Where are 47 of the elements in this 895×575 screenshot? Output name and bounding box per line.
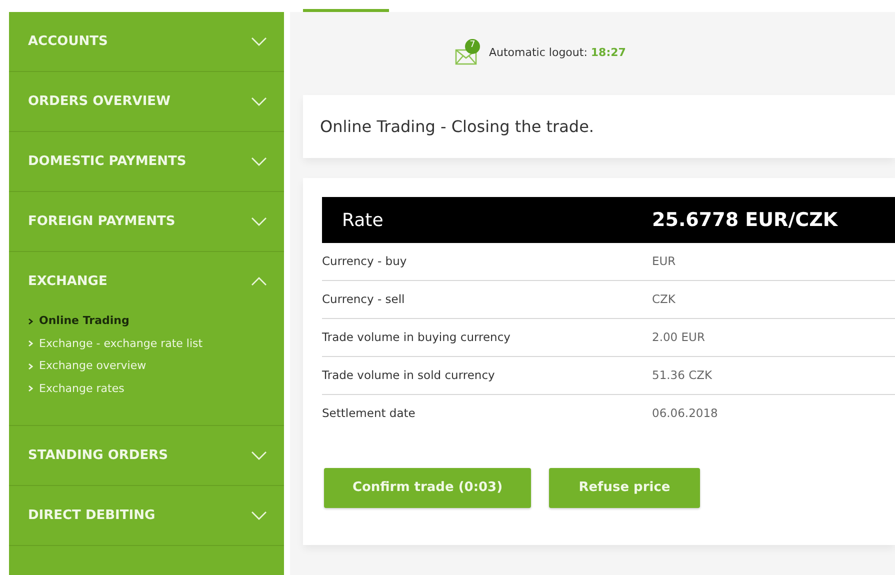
- menu-section-header[interactable]: STANDING ORDERS: [9, 426, 284, 485]
- chevron-down-icon: [251, 451, 267, 460]
- menu-section-header[interactable]: ORDERS OVERVIEW: [9, 72, 284, 131]
- menu-section-header[interactable]: DOMESTIC PAYMENTS: [9, 132, 284, 191]
- menu-section-header[interactable]: FOREIGN PAYMENTS: [9, 192, 284, 251]
- menu-section-header[interactable]: DIRECT DEBITING: [9, 486, 284, 545]
- detail-value: CZK: [652, 290, 676, 308]
- menu-section-label: EXCHANGE: [28, 272, 108, 291]
- detail-label: Trade volume in sold currency: [322, 366, 496, 384]
- menu-section-label: ACCOUNTS: [28, 32, 108, 51]
- chevron-down-icon: [251, 217, 267, 226]
- menu-section-label: DIRECT DEBITING: [28, 506, 156, 525]
- menu-section-header[interactable]: EXCHANGE: [9, 252, 284, 311]
- chevron-down-icon: [251, 37, 267, 46]
- message-count-badge: 7: [465, 38, 480, 54]
- page-title: Online Trading - Closing the trade.: [320, 116, 594, 138]
- menu-section-label: STANDING ORDERS: [28, 446, 168, 465]
- chevron-down-icon: [251, 511, 267, 520]
- detail-label: Trade volume in buying currency: [322, 328, 512, 346]
- detail-label: Currency - sell: [322, 290, 406, 308]
- submenu-link[interactable]: Online Trading: [28, 313, 284, 330]
- detail-value: 2.00 EUR: [652, 328, 705, 346]
- automatic-logout-text: Automatic logout: 18:27: [489, 45, 626, 62]
- submenu-link[interactable]: Exchange overview: [28, 358, 284, 374]
- detail-value: 06.06.2018: [652, 405, 718, 422]
- chevron-right-icon: [28, 362, 33, 370]
- chevron-up-icon: [251, 277, 267, 286]
- chevron-down-icon: [251, 157, 267, 166]
- chevron-right-icon: [28, 340, 33, 348]
- menu-section-header[interactable]: ACCOUNTS: [9, 12, 284, 71]
- detail-label: Settlement date: [322, 405, 416, 422]
- chevron-right-icon: [28, 318, 33, 325]
- rate-label: Rate: [341, 208, 384, 232]
- confirm-trade-button[interactable]: Confirm trade (0:03): [324, 468, 531, 508]
- detail-value: 51.36 CZK: [652, 366, 712, 384]
- menu-section-label: FOREIGN PAYMENTS: [28, 212, 176, 231]
- detail-label: Currency - buy: [322, 252, 408, 270]
- menu-section-label: ORDERS OVERVIEW: [28, 92, 170, 111]
- submenu-link[interactable]: Exchange - exchange rate list: [28, 336, 284, 352]
- refuse-price-button[interactable]: Refuse price: [549, 468, 700, 508]
- menu-section-label: DOMESTIC PAYMENTS: [28, 152, 186, 171]
- submenu-link[interactable]: Exchange rates: [28, 380, 284, 397]
- chevron-right-icon: [28, 385, 33, 392]
- chevron-down-icon: [251, 97, 267, 106]
- envelope-icon[interactable]: [455, 48, 477, 64]
- detail-value: EUR: [652, 252, 676, 270]
- rate-value: 25.6778 EUR/CZK: [652, 208, 838, 233]
